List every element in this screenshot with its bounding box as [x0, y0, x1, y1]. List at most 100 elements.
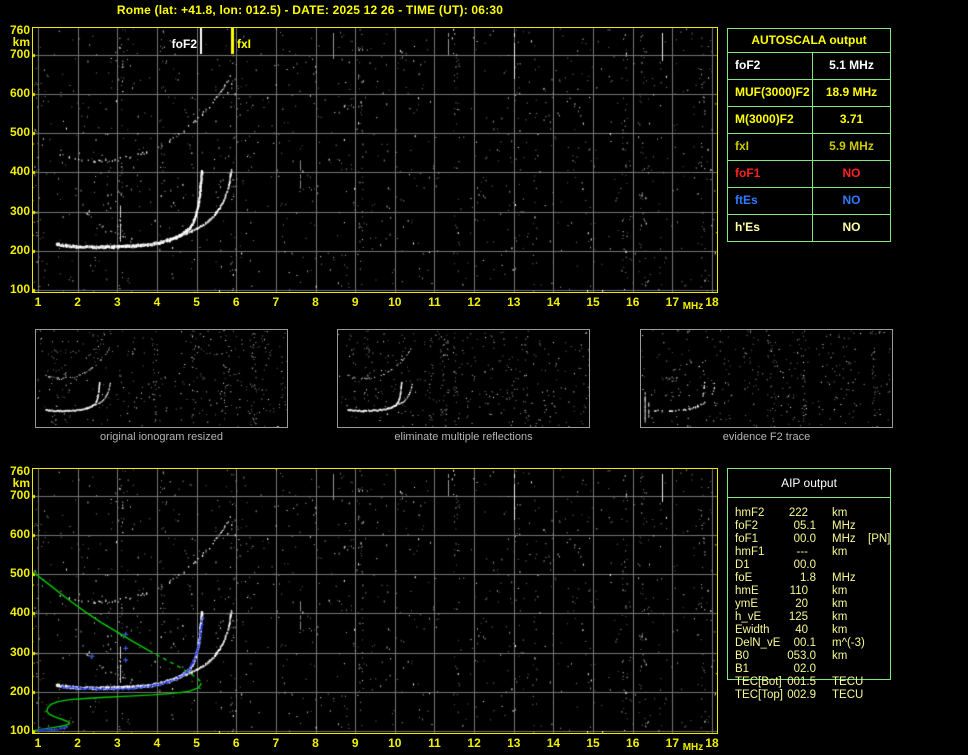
- x-tick-label: 7: [272, 736, 280, 750]
- x-tick-label: 14: [546, 295, 561, 309]
- y-tick-label: 300: [9, 644, 30, 659]
- y-tick-label: 200: [9, 242, 30, 257]
- aip-parameter-name: h_vE: [735, 611, 762, 623]
- x-axis-unit-label: MHz: [682, 301, 704, 312]
- x-tick-label: 1: [34, 736, 42, 750]
- thumbnail-caption-evidence: evidence F2 trace: [722, 431, 811, 443]
- x-tick-label: 4: [153, 736, 161, 750]
- x-axis-unit-label: MHz: [682, 742, 704, 753]
- aip-parameter-value: 125: [788, 611, 808, 623]
- aip-parameter-note: [PN]: [868, 533, 891, 545]
- aip-parameter-unit: km: [832, 624, 848, 636]
- aip-parameter-value: 00.0: [793, 559, 816, 571]
- y-tick-label: 400: [9, 164, 30, 179]
- y-tick-label: 500: [9, 125, 30, 140]
- x-tick-label: 15: [586, 736, 600, 750]
- bottom-ionogram-canvas: [33, 469, 717, 733]
- aip-parameter-unit: TECU: [832, 676, 864, 688]
- x-tick-label: 8: [312, 295, 319, 309]
- x-tick-label: 17: [665, 736, 680, 750]
- autoscala-row-fof2: foF2 5.1 MHz: [728, 53, 890, 80]
- autoscala-row-fof1: foF1 NO: [728, 161, 890, 188]
- autoscala-row-label: foF1: [728, 161, 813, 187]
- autoscala-table-header: AUTOSCALA output: [728, 29, 890, 53]
- autoscala-row-value: 5.9 MHz: [829, 139, 874, 153]
- aip-parameter-value: 00.1: [793, 637, 816, 649]
- autoscala-table-rows: foF2 5.1 MHz MUF(3000)F2 18.9 MHz M(3000)F2 3…: [728, 53, 890, 241]
- autoscala-row-value: 18.9 MHz: [825, 85, 878, 99]
- aip-parameter-name: hmE: [735, 585, 759, 597]
- aip-row-b1: B1 02.0: [728, 663, 892, 676]
- aip-parameter-name: hmF1: [735, 546, 765, 558]
- aip-parameter-value: 002.9: [787, 689, 816, 701]
- x-tick-label: 10: [388, 736, 402, 750]
- autoscala-row-value: 3.71: [839, 112, 864, 126]
- aip-parameter-value: 110: [789, 585, 808, 597]
- aip-parameter-unit: km: [832, 598, 848, 610]
- aip-row-b0: B0 053.0 km: [728, 650, 892, 663]
- thumbnail-eliminate-reflections: [337, 329, 590, 428]
- x-tick-label: 11: [428, 295, 441, 309]
- aip-parameter-value: 20: [795, 598, 808, 610]
- aip-row-fof1: foF1 00.0 MHz [PN]: [728, 533, 892, 546]
- x-tick-label: 12: [467, 736, 481, 750]
- x-tick-label: 10: [388, 295, 402, 309]
- autoscala-row-label: h'Es: [728, 215, 813, 241]
- aip-row-hmf1: hmF1 --- km: [728, 546, 892, 559]
- autoscala-row-value: 5.1 MHz: [829, 58, 874, 72]
- aip-parameter-unit: TECU: [832, 689, 864, 701]
- aip-parameter-name: B0: [735, 650, 750, 662]
- autoscala-app-screen: Rome (lat: +41.8, lon: 012.5) - DATE: 20…: [0, 0, 968, 755]
- top-ionogram-canvas: [33, 28, 717, 292]
- aip-parameter-value: 05.1: [793, 520, 816, 532]
- aip-parameter-value: 00.0: [793, 533, 816, 545]
- x-tick-label: 14: [546, 736, 561, 750]
- autoscala-row-fxi: fxI 5.9 MHz: [728, 134, 890, 161]
- aip-parameter-name: foF2: [735, 520, 759, 532]
- y-tick-label: 400: [9, 605, 30, 620]
- aip-parameter-value: ---: [796, 546, 809, 558]
- x-tick-label: 7: [272, 295, 280, 309]
- y-tick-label: 200: [9, 683, 30, 698]
- aip-row-foe: foE 1.8 MHz: [728, 572, 892, 585]
- aip-parameter-value: 40: [795, 624, 808, 636]
- y-tick-label: 500: [9, 566, 30, 581]
- autoscala-row-ftes: ftEs NO: [728, 188, 890, 215]
- thumbnail-original-canvas: [36, 330, 287, 427]
- autoscala-row-muf-3000-f2: MUF(3000)F2 18.9 MHz: [728, 80, 890, 107]
- aip-parameter-unit: km: [832, 611, 848, 623]
- x-tick-label: 9: [351, 295, 359, 309]
- y-tick-label: 100: [9, 722, 30, 737]
- x-tick-label: 11: [428, 736, 441, 750]
- aip-parameter-value: 001.5: [787, 676, 816, 688]
- aip-parameter-unit: MHz: [832, 533, 856, 545]
- x-tick-label: 16: [626, 736, 640, 750]
- aip-parameter-name: foF1: [735, 533, 759, 545]
- y-tick-label: 700: [9, 487, 30, 502]
- autoscala-row-value: NO: [842, 193, 861, 207]
- aip-header-divider: [728, 497, 890, 498]
- y-tick-label: 300: [9, 203, 30, 218]
- aip-parameter-name: B1: [735, 663, 750, 675]
- autoscala-row-h-es: h'Es NO: [728, 215, 890, 241]
- x-tick-label: 2: [74, 295, 81, 309]
- y-tick-label: 600: [9, 85, 30, 100]
- aip-row-yme: ymE 20 km: [728, 598, 892, 611]
- autoscala-row-label: ftEs: [728, 188, 813, 214]
- y-tick-label: 100: [9, 281, 30, 296]
- aip-parameter-unit: km: [832, 650, 848, 662]
- x-tick-label: 9: [351, 736, 359, 750]
- aip-row-hme: hmE 110 km: [728, 585, 892, 598]
- y-tick-label: 700: [9, 46, 30, 61]
- aip-row-ewidth: Ewidth 40 km: [728, 624, 892, 637]
- thumbnail-caption-original: original ionogram resized: [100, 431, 223, 443]
- fxI-marker-label: fxI: [237, 37, 252, 51]
- x-tick-label: 3: [113, 736, 121, 750]
- autoscala-row-label: M(3000)F2: [728, 107, 813, 133]
- x-tick-label: 6: [232, 295, 240, 309]
- autoscala-row-value: NO: [842, 220, 861, 234]
- aip-parameter-value: 02.0: [793, 663, 816, 675]
- aip-parameter-unit: km: [832, 507, 848, 519]
- aip-output-table: AIP output hmF2 222 km foF2 05.1 MHz foF1 00.0 M…: [727, 468, 892, 701]
- x-tick-label: 5: [193, 736, 200, 750]
